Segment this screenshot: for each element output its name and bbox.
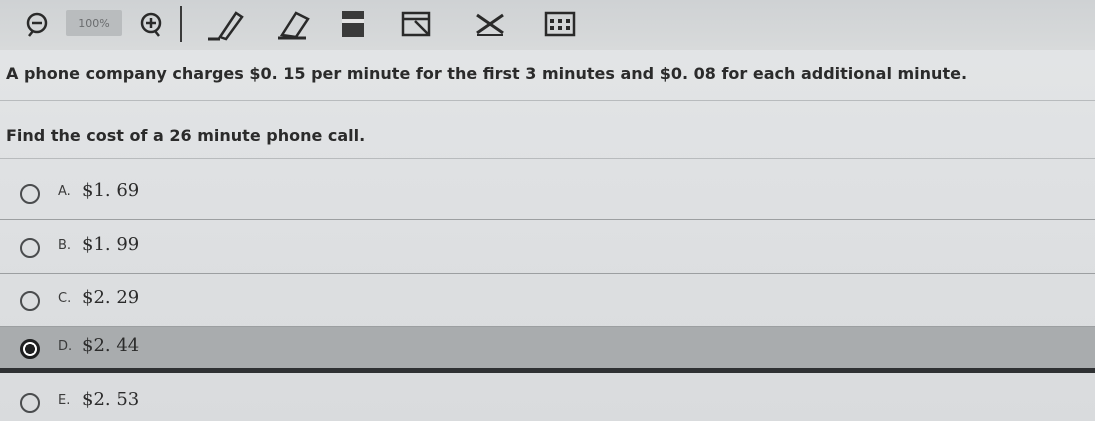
close-icon	[476, 13, 504, 36]
zoom-in-button[interactable]	[134, 6, 168, 42]
zoom-level: 100%	[66, 10, 122, 36]
answer-option-c[interactable]: C. $2. 29	[0, 279, 1095, 327]
pencil-button[interactable]	[204, 6, 248, 42]
test-screen: 100% A phone company charges $0. 15 per …	[0, 0, 1095, 421]
close-button[interactable]	[470, 6, 510, 42]
option-divider	[0, 219, 1095, 220]
toolbar-divider	[180, 6, 182, 42]
highlighter-icon	[342, 11, 364, 37]
calculator-icon	[544, 11, 576, 37]
question-text: A phone company charges $0. 15 per minut…	[6, 64, 968, 83]
calculator-button[interactable]	[540, 6, 580, 42]
option-divider	[0, 368, 1095, 373]
radio-button[interactable]	[20, 238, 40, 258]
radio-button[interactable]	[20, 393, 40, 413]
option-letter: A.	[58, 184, 71, 199]
option-letter: B.	[58, 238, 72, 253]
zoom-out-button[interactable]	[20, 6, 54, 42]
option-value: $2. 53	[82, 389, 140, 410]
option-value: $2. 29	[82, 287, 140, 308]
option-letter: E.	[58, 393, 71, 408]
option-divider	[0, 273, 1095, 274]
question-divider-bottom	[0, 158, 1095, 159]
answer-option-a[interactable]: A. $1. 69	[0, 172, 1095, 220]
eraser-button[interactable]	[272, 6, 316, 42]
option-letter: D.	[58, 339, 73, 354]
option-value: $1. 99	[82, 234, 140, 255]
option-letter: C.	[58, 291, 72, 306]
pencil-icon	[208, 11, 244, 41]
answer-option-d-selected[interactable]: D. $2. 44	[0, 327, 1095, 373]
answer-option-e[interactable]: E. $2. 53	[0, 381, 1095, 421]
reference-icon	[401, 11, 431, 37]
highlighter-button[interactable]	[338, 6, 368, 42]
radio-button[interactable]	[20, 291, 40, 311]
option-value: $1. 69	[82, 180, 140, 201]
answer-option-b[interactable]: B. $1. 99	[0, 226, 1095, 274]
eraser-icon	[278, 11, 310, 40]
zoom-out-icon	[26, 12, 48, 37]
radio-button-selected[interactable]	[20, 339, 40, 359]
question-prompt: Find the cost of a 26 minute phone call.	[6, 126, 366, 145]
toolbar: 100%	[0, 0, 1095, 50]
option-value: $2. 44	[82, 335, 140, 356]
zoom-in-icon	[140, 12, 162, 37]
radio-button[interactable]	[20, 184, 40, 204]
reference-button[interactable]	[400, 6, 436, 42]
question-divider-top	[0, 100, 1095, 101]
